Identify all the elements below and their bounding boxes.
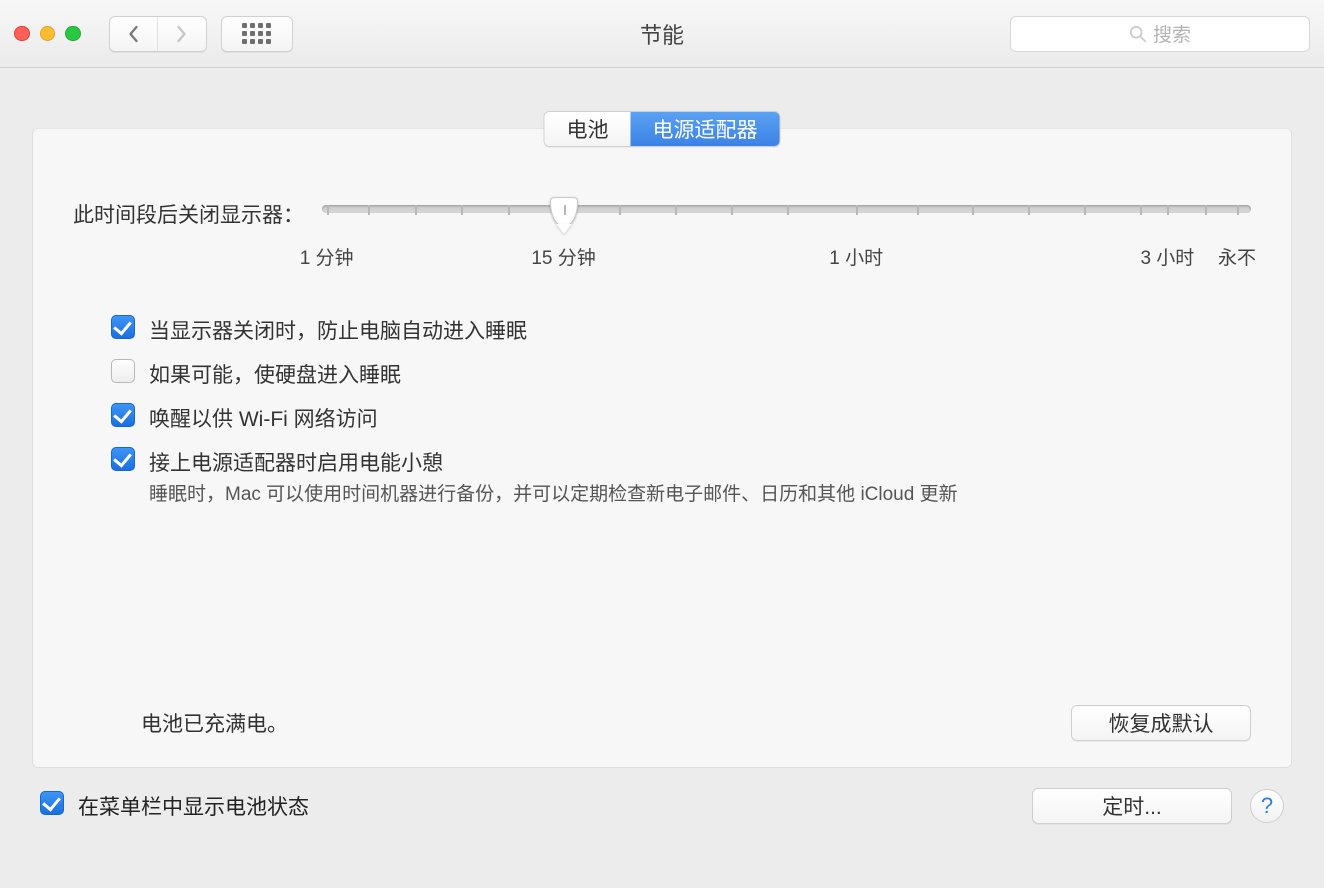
tick-label-3hrs: 3 小时 xyxy=(1140,243,1194,270)
restore-defaults-button[interactable]: 恢复成默认 xyxy=(1071,705,1251,741)
option-power-nap[interactable]: 接上电源适配器时启用电能小憩 xyxy=(111,447,1251,477)
energy-saver-panel: 电池 电源适配器 此时间段后关闭显示器： 1 分钟 15 分钟 1 小时 3 小… xyxy=(32,128,1292,768)
show-all-button[interactable] xyxy=(221,16,293,52)
window-controls xyxy=(14,26,81,42)
bottom-row: 在菜单栏中显示电池状态 定时... ? xyxy=(32,788,1292,824)
back-button[interactable] xyxy=(110,17,158,51)
option-label: 唤醒以供 Wi-Fi 网络访问 xyxy=(149,403,378,433)
option-label: 如果可能，使硬盘进入睡眠 xyxy=(149,359,401,389)
power-options: 当显示器关闭时，防止电脑自动进入睡眠 如果可能，使硬盘进入睡眠 唤醒以供 Wi-… xyxy=(73,315,1251,510)
slider-ticks xyxy=(322,205,1251,217)
option-show-battery-menubar[interactable]: 在菜单栏中显示电池状态 xyxy=(40,791,309,821)
option-label: 在菜单栏中显示电池状态 xyxy=(78,791,309,821)
option-label: 接上电源适配器时启用电能小憩 xyxy=(149,447,443,477)
search-icon xyxy=(1129,25,1147,43)
tick-label-never: 永不 xyxy=(1218,243,1256,270)
checkbox-power-nap[interactable] xyxy=(111,447,135,471)
schedule-button[interactable]: 定时... xyxy=(1032,788,1232,824)
power-nap-description: 睡眠时，Mac 可以使用时间机器进行备份，并可以定期检查新电子邮件、日历和其他 … xyxy=(149,481,1251,510)
toolbar: 节能 搜索 xyxy=(0,0,1324,68)
display-sleep-label: 此时间段后关闭显示器： xyxy=(73,195,304,229)
option-label: 当显示器关闭时，防止电脑自动进入睡眠 xyxy=(149,315,527,345)
search-field[interactable]: 搜索 xyxy=(1010,16,1310,52)
help-button[interactable]: ? xyxy=(1250,789,1284,823)
content-area: 电池 电源适配器 此时间段后关闭显示器： 1 分钟 15 分钟 1 小时 3 小… xyxy=(0,68,1324,844)
checkbox-prevent-sleep[interactable] xyxy=(111,315,135,339)
window-title: 节能 xyxy=(640,18,684,50)
grid-icon xyxy=(242,23,271,44)
battery-status: 电池已充满电。 xyxy=(73,708,288,738)
nav-back-forward xyxy=(109,16,207,52)
slider-tick-labels: 1 分钟 15 分钟 1 小时 3 小时 永不 xyxy=(322,243,1251,269)
option-prevent-sleep[interactable]: 当显示器关闭时，防止电脑自动进入睡眠 xyxy=(111,315,1251,345)
display-sleep-row: 此时间段后关闭显示器： 1 分钟 15 分钟 1 小时 3 小时 永不 xyxy=(73,195,1251,269)
checkbox-disk-sleep[interactable] xyxy=(111,359,135,383)
checkbox-wake-wifi[interactable] xyxy=(111,403,135,427)
tick-label-15min: 15 分钟 xyxy=(531,243,595,270)
checkbox-show-battery-menubar[interactable] xyxy=(40,791,64,815)
minimize-window-button[interactable] xyxy=(40,26,56,42)
close-window-button[interactable] xyxy=(14,26,30,42)
tick-label-1hr: 1 小时 xyxy=(829,243,883,270)
display-sleep-slider[interactable]: 1 分钟 15 分钟 1 小时 3 小时 永不 xyxy=(322,195,1251,269)
panel-footer: 电池已充满电。 恢复成默认 xyxy=(73,705,1251,741)
tab-battery[interactable]: 电池 xyxy=(545,112,631,146)
search-placeholder: 搜索 xyxy=(1153,20,1191,47)
source-tabs: 电池 电源适配器 xyxy=(544,111,781,147)
tick-label-1min: 1 分钟 xyxy=(300,243,354,270)
option-wake-wifi[interactable]: 唤醒以供 Wi-Fi 网络访问 xyxy=(111,403,1251,433)
tab-power-adapter[interactable]: 电源适配器 xyxy=(631,112,780,146)
forward-button[interactable] xyxy=(158,17,206,51)
zoom-window-button[interactable] xyxy=(65,26,81,42)
option-disk-sleep[interactable]: 如果可能，使硬盘进入睡眠 xyxy=(111,359,1251,389)
